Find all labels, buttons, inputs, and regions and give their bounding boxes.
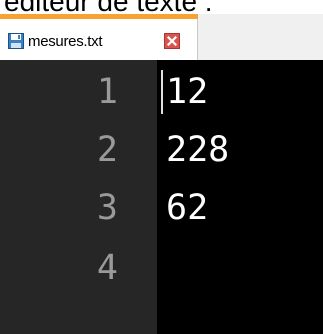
tab-mesures[interactable]: mesures.txt — [0, 14, 198, 60]
line-number: 1 — [96, 72, 118, 112]
text-caret — [161, 70, 163, 114]
save-file-icon — [8, 33, 24, 49]
line-text[interactable]: 62 — [166, 180, 208, 236]
line-text[interactable]: 12 — [166, 64, 208, 120]
text-editor[interactable]: 1 12 2 228 3 62 4 — [0, 60, 323, 334]
line-text[interactable]: 228 — [166, 122, 229, 178]
line-number: 2 — [96, 130, 118, 170]
close-icon[interactable] — [164, 33, 180, 49]
editor-line: 1 12 — [0, 64, 323, 120]
tab-bar: mesures.txt — [0, 14, 323, 60]
editor-line: 4 — [0, 240, 323, 296]
editor-line: 3 62 — [0, 180, 323, 236]
active-tab-indicator — [0, 14, 198, 19]
line-number: 4 — [96, 248, 118, 288]
tab-filename: mesures.txt — [28, 33, 103, 50]
editor-line: 2 228 — [0, 122, 323, 178]
line-number: 3 — [96, 188, 118, 228]
